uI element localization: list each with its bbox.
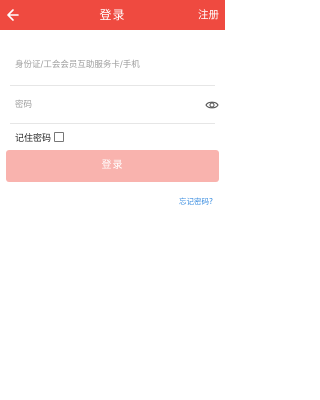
account-field: [0, 45, 225, 85]
account-input[interactable]: [15, 57, 195, 73]
eye-icon[interactable]: [205, 98, 219, 112]
remember-password-label: 记住密码: [15, 133, 52, 144]
remember-password: 记住密码: [15, 130, 65, 144]
register-link[interactable]: 注册: [198, 0, 219, 30]
login-button[interactable]: 登录: [6, 150, 219, 182]
page-title: 登录: [99, 8, 126, 22]
forgot-password-link[interactable]: 忘记密码?: [179, 196, 213, 207]
divider: [10, 123, 215, 124]
password-field: [0, 85, 225, 125]
remember-password-checkbox[interactable]: [54, 132, 65, 142]
password-input[interactable]: [15, 97, 195, 113]
header-bar: 登录 注册: [0, 0, 225, 30]
